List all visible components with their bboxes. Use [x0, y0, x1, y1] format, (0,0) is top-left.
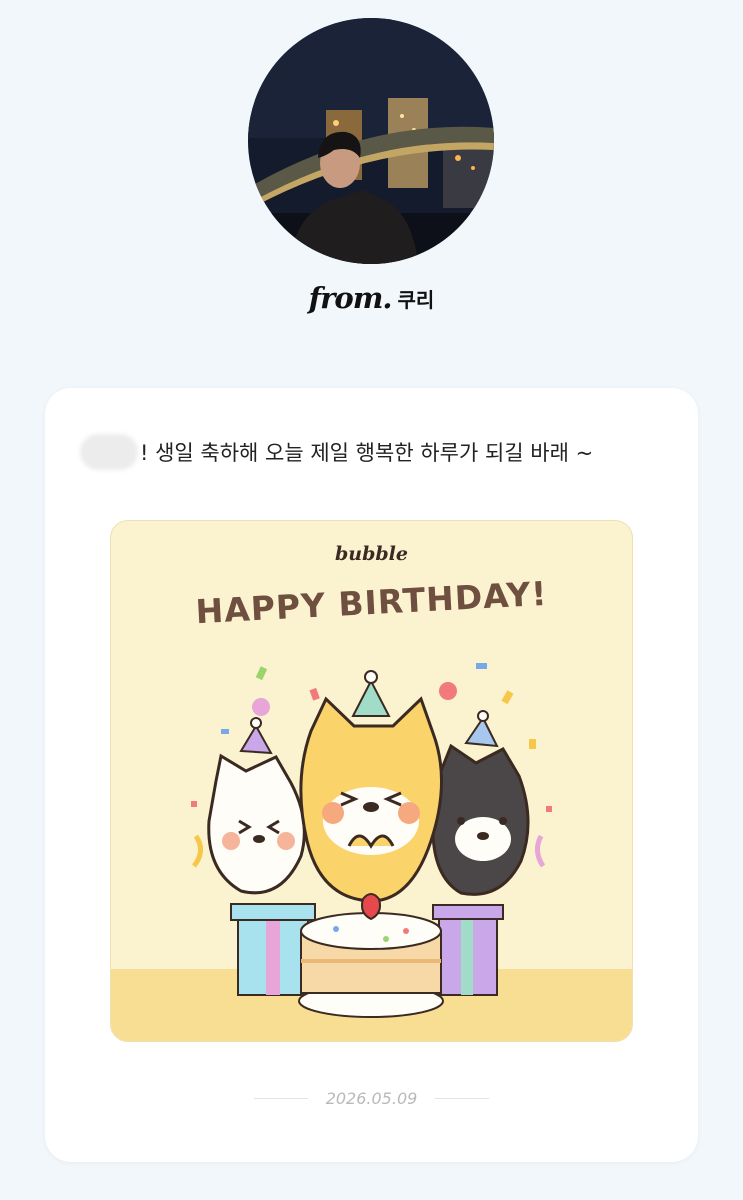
sender-line: from. 쿠리: [0, 278, 743, 318]
sender-name[interactable]: 쿠리: [398, 284, 435, 313]
blurred-recipient-name: [80, 434, 138, 470]
birthday-sticker-image[interactable]: bubble HAPPY BIRTHDAY!: [110, 520, 633, 1042]
divider-left: [253, 1097, 308, 1099]
date-row: 2026.05.09: [45, 1085, 698, 1111]
sticker-brand: bubble: [335, 543, 408, 565]
message-date: 2026.05.09: [325, 1088, 418, 1108]
letter-card: ! 생일 축하해 오늘 제일 행복한 하루가 되길 바래 ~ bubble HA…: [45, 388, 698, 1162]
message-row: ! 생일 축하해 오늘 제일 행복한 하루가 되길 바래 ~: [80, 432, 680, 472]
avatar-photo: [248, 18, 494, 264]
from-label: from.: [308, 281, 393, 315]
sender-avatar[interactable]: [248, 18, 494, 264]
message-text: ! 생일 축하해 오늘 제일 행복한 하루가 되길 바래 ~: [140, 441, 594, 465]
divider-right: [435, 1097, 490, 1099]
